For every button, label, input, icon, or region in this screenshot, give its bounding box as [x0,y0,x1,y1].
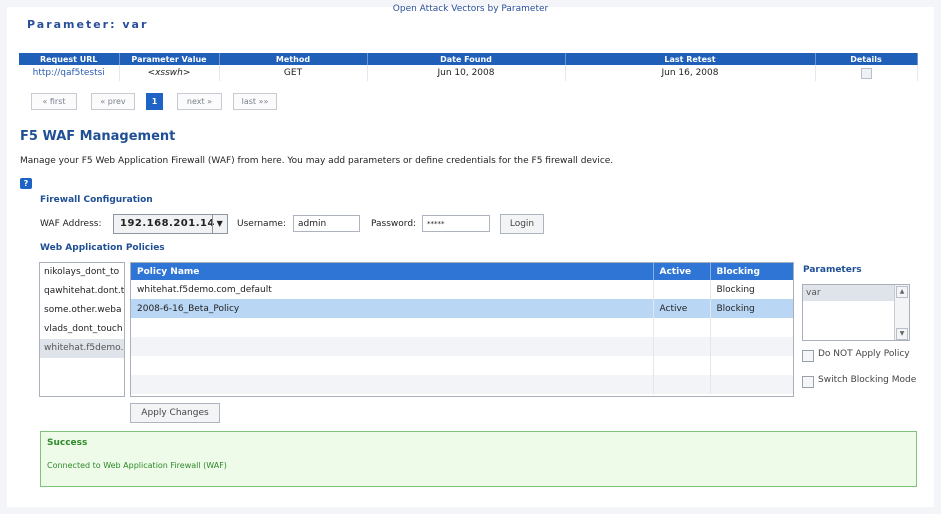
col-blocking[interactable]: Blocking [710,263,793,280]
switch-blocking-label: Switch Blocking Mode [818,375,917,385]
details-cell [815,65,918,81]
list-item[interactable]: nikolays_dont_to [40,263,124,282]
table-row[interactable] [131,337,793,356]
firewall-configuration-label: Firewall Configuration [40,195,153,205]
pager-prev-button[interactable]: « prev [91,93,135,110]
parameters-list[interactable]: var ▲ ▼ [802,284,910,341]
waf-address-label: WAF Address: [40,219,102,229]
policy-name-cell: whitehat.f5demo.com_default [131,280,654,299]
page-title: Open Attack Vectors by Parameter [392,4,549,14]
success-title: Success [47,438,88,448]
policy-table: Policy Name Active Blocking whitehat.f5d… [131,263,793,394]
help-icon[interactable]: ? [20,178,32,189]
policy-active-cell: Active [653,299,711,318]
attack-vectors-table: Request URL Parameter Value Method Date … [19,53,918,81]
pager-last-button[interactable]: last »» [233,93,277,110]
parameter-heading-value: var [122,18,149,31]
switch-blocking-checkbox[interactable] [802,376,814,388]
apply-changes-button[interactable]: Apply Changes [130,403,220,423]
col-details: Details [815,53,918,65]
pager-next-button[interactable]: next » [177,93,222,110]
scroll-down-icon[interactable]: ▼ [896,328,908,340]
parameter-value-cell: <xsswh> [119,65,220,81]
list-item[interactable]: some.other.weba [40,301,124,320]
waf-description: Manage your F5 Web Application Firewall … [20,156,614,166]
scrollbar[interactable]: ▲ ▼ [894,285,909,340]
list-item[interactable]: var [803,285,895,301]
list-item[interactable]: vlads_dont_touch [40,320,124,339]
policy-blocking-cell: Blocking [710,299,793,318]
success-message: Connected to Web Application Firewall (W… [47,461,227,470]
password-field[interactable]: ***** [422,215,490,232]
request-url-link[interactable]: http://qaf5testsi [19,65,120,81]
parameters-label: Parameters [803,265,862,275]
col-active[interactable]: Active [653,263,711,280]
web-application-policies-label: Web Application Policies [40,243,165,253]
login-button[interactable]: Login [500,214,544,234]
col-policy-name[interactable]: Policy Name [131,263,654,280]
do-not-apply-checkbox[interactable] [802,350,814,362]
web-application-list[interactable]: nikolays_dont_to qawhitehat.dont.t some.… [39,262,125,397]
pager-current-page[interactable]: 1 [146,93,163,110]
table-row[interactable]: whitehat.f5demo.com_default Blocking [131,280,793,299]
col-request-url[interactable]: Request URL [19,53,120,65]
last-retest-cell: Jun 16, 2008 [565,65,816,81]
waf-title: F5 WAF Management [20,129,176,144]
username-field[interactable]: admin [293,215,360,232]
list-item[interactable]: qawhitehat.dont.t [40,282,124,301]
col-date-found[interactable]: Date Found [367,53,566,65]
date-found-cell: Jun 10, 2008 [367,65,566,81]
table-row[interactable] [131,318,793,337]
do-not-apply-label: Do NOT Apply Policy [818,349,910,359]
method-cell: GET [219,65,368,81]
policy-blocking-cell: Blocking [710,280,793,299]
username-label: Username: [237,219,286,229]
table-row-selected[interactable]: 2008-6-16_Beta_Policy Active Blocking [131,299,793,318]
waf-address-select[interactable]: 192.168.201.14 ▼ [113,214,228,234]
success-message-box: Success Connected to Web Application Fir… [40,431,917,487]
details-icon[interactable] [860,67,872,79]
parameter-heading: Parameter: var [27,18,148,31]
list-item-selected[interactable]: whitehat.f5demo. [40,339,124,358]
policy-name-cell: 2008-6-16_Beta_Policy [131,299,654,318]
pager-first-button[interactable]: « first [31,93,77,110]
waf-address-value: 192.168.201.14 [120,218,215,229]
col-parameter-value[interactable]: Parameter Value [119,53,220,65]
col-method[interactable]: Method [219,53,368,65]
chevron-down-icon: ▼ [212,215,227,233]
table-row[interactable] [131,356,793,375]
password-label: Password: [371,219,417,229]
table-row: http://qaf5testsi <xsswh> GET Jun 10, 20… [19,65,918,81]
policy-active-cell [653,280,711,299]
parameter-heading-label: Parameter: [27,18,117,31]
scroll-up-icon[interactable]: ▲ [896,286,908,298]
col-last-retest[interactable]: Last Retest [565,53,816,65]
table-row[interactable] [131,375,793,394]
policy-table-container: Policy Name Active Blocking whitehat.f5d… [130,262,794,397]
